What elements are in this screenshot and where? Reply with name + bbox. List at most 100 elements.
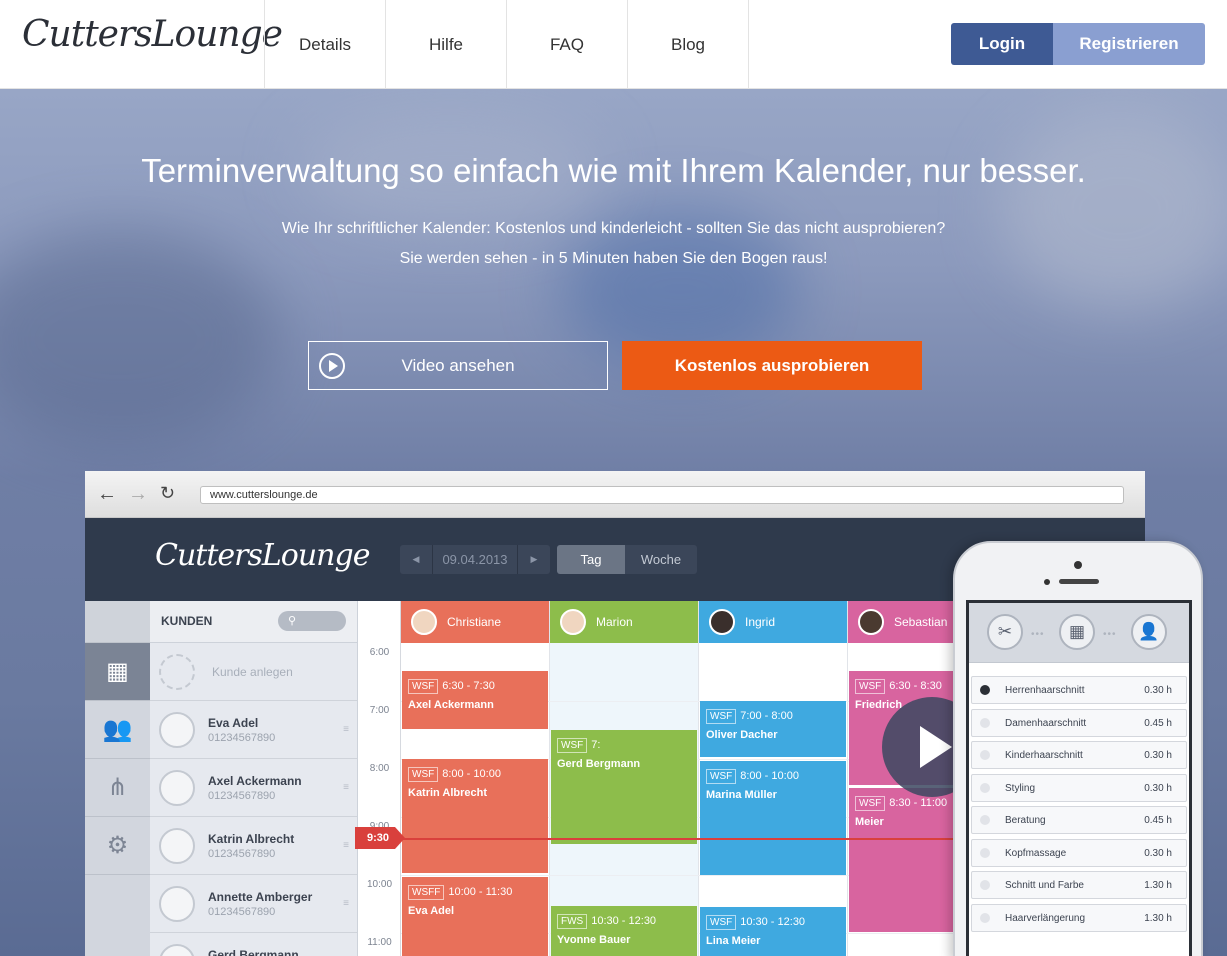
app-sidebar: ▦ 👥 ⋔ ⚙ <box>85 601 150 956</box>
service-duration: 0.45 h <box>1144 815 1172 826</box>
radio-icon <box>980 815 990 825</box>
customer-list-header: KUNDEN ⚲ <box>150 601 357 643</box>
service-duration: 0.30 h <box>1144 685 1172 696</box>
avatar <box>159 770 195 806</box>
service-item[interactable]: Beratung 0.45 h <box>971 806 1187 834</box>
nav-link-details[interactable]: Details <box>265 0 386 89</box>
appointment-time: 7: <box>591 739 601 751</box>
nav-link-faq[interactable]: FAQ <box>507 0 628 89</box>
service-item[interactable]: Schnitt und Farbe 1.30 h <box>971 871 1187 899</box>
dots-icon: ••• <box>1031 629 1045 640</box>
service-name: Styling <box>1005 782 1036 794</box>
grip-icon: ≡ <box>343 840 349 851</box>
register-button[interactable]: Registrieren <box>1053 23 1205 65</box>
add-user-icon <box>159 654 195 690</box>
avatar <box>159 712 195 748</box>
current-date: 09.04.2013 <box>432 545 518 574</box>
view-toggle: Tag Woche <box>557 545 697 574</box>
service-name: Kopfmassage <box>1005 847 1067 859</box>
service-tag: WSF <box>855 679 886 694</box>
appointment[interactable]: FWS 10:30 - 12:30 Yvonne Bauer <box>551 906 697 956</box>
watch-video-button[interactable]: Video ansehen <box>308 341 608 390</box>
service-tag: FWS <box>557 914 588 929</box>
customer-row: Annette Amberger 01234567890 ≡ <box>150 875 357 933</box>
service-item[interactable]: Kinderhaarschnitt 0.30 h <box>971 741 1187 769</box>
customer-name: Eva Adel <box>208 716 259 730</box>
nav-link-blog[interactable]: Blog <box>628 0 749 89</box>
brand-logo[interactable]: CuttersLounge <box>22 14 283 55</box>
avatar <box>560 609 586 635</box>
forward-arrow-icon: → <box>128 483 148 505</box>
radio-icon <box>980 912 990 923</box>
create-customer-label: Kunde anlegen <box>212 665 293 679</box>
staff-header: Ingrid <box>699 601 847 643</box>
appointment[interactable]: WSF 7: Gerd Bergmann <box>551 730 697 844</box>
service-duration: 0.30 h <box>1144 750 1172 761</box>
service-name: Schnitt und Farbe <box>1005 880 1084 891</box>
view-day-tab: Tag <box>557 545 625 574</box>
avatar <box>858 609 884 635</box>
service-duration: 0.30 h <box>1144 782 1172 794</box>
phone-sensor <box>1044 579 1050 585</box>
next-day-icon: ▶ <box>530 554 538 564</box>
service-item[interactable]: Damenhaarschnitt 0.45 h <box>971 708 1187 737</box>
avatar <box>159 828 195 864</box>
appointment[interactable]: WSF 8:00 - 10:00 Katrin Albrecht <box>402 759 548 873</box>
staff-name: Marion <box>596 615 633 629</box>
calendar-icon: ▦ <box>85 643 150 701</box>
customer-row: Eva Adel 01234567890 ≡ <box>150 701 357 759</box>
service-duration: 0.45 h <box>1144 717 1172 729</box>
service-tag: WSF <box>557 738 588 753</box>
appointment-customer: Marina Müller <box>706 789 777 801</box>
appointment[interactable]: WSF 7:00 - 8:00 Oliver Dacher <box>700 701 846 757</box>
radio-icon <box>980 880 990 890</box>
service-item[interactable]: Kopfmassage 0.30 h <box>971 838 1187 867</box>
hero-subtitle-line-1: Wie Ihr schriftlicher Kalender: Kostenlo… <box>281 220 946 237</box>
auth-buttons: Login Registrieren <box>951 23 1205 65</box>
service-tag: WSF <box>408 679 439 694</box>
dots-icon: ••• <box>1103 629 1117 640</box>
top-navigation: CuttersLounge Details Hilfe FAQ Blog Log… <box>0 0 1227 89</box>
phone-speaker <box>1059 579 1099 584</box>
appointment[interactable]: WSF 10:30 - 12:30 Lina Meier <box>700 907 846 956</box>
customer-name: Katrin Albrecht <box>208 832 295 846</box>
nav-link-hilfe[interactable]: Hilfe <box>386 0 507 89</box>
service-item[interactable]: Haarverlängerung 1.30 h <box>971 903 1187 932</box>
grip-icon: ≡ <box>343 782 349 793</box>
appointment-time: 6:30 - 8:30 <box>889 680 942 692</box>
service-item[interactable]: Styling 0.30 h <box>971 773 1187 802</box>
service-duration: 1.30 h <box>1144 880 1172 891</box>
appointment-time: 8:00 - 10:00 <box>740 770 799 782</box>
appointment[interactable]: WSFF 10:00 - 11:30 Eva Adel <box>402 877 548 956</box>
service-tag: WSF <box>408 767 439 782</box>
try-free-button[interactable]: Kostenlos ausprobieren <box>622 341 922 390</box>
service-item[interactable]: Herrenhaarschnitt 0.30 h <box>971 676 1187 704</box>
appointment[interactable]: WSF 6:30 - 7:30 Axel Ackermann <box>402 671 548 729</box>
radio-icon <box>980 717 990 728</box>
customer-row: Axel Ackermann 01234567890 ≡ <box>150 759 357 817</box>
login-button[interactable]: Login <box>951 23 1053 65</box>
service-name: Damenhaarschnitt <box>1005 717 1087 729</box>
avatar <box>709 609 735 635</box>
service-tag: WSF <box>706 769 737 784</box>
view-week-tab: Woche <box>625 545 697 574</box>
service-tag: WSF <box>706 915 737 930</box>
avatar <box>159 944 195 956</box>
prev-day-icon: ◀ <box>412 554 420 564</box>
appointment-time: 10:30 - 12:30 <box>591 915 657 927</box>
reload-icon: ↻ <box>160 483 176 503</box>
service-duration: 1.30 h <box>1144 912 1172 924</box>
appointment-time: 10:00 - 11:30 <box>448 886 513 898</box>
customer-row: Gerd Bergmann <box>150 933 357 956</box>
customer-list: KUNDEN ⚲ Kunde anlegen Eva Adel 01234567… <box>150 601 358 956</box>
time-column: 6:00 7:00 8:00 9:00 10:00 11:00 <box>358 601 401 956</box>
phone-camera <box>1074 561 1082 569</box>
radio-icon <box>980 685 990 695</box>
time-label: 11:00 <box>367 937 392 948</box>
appointment[interactable]: WSF 8:00 - 10:00 Marina Müller <box>700 761 846 875</box>
grip-icon: ≡ <box>343 724 349 735</box>
staff-name: Ingrid <box>745 615 776 629</box>
staff-name: Sebastian <box>894 615 948 629</box>
service-tag: WSFF <box>408 885 445 900</box>
appointment-customer: Axel Ackermann <box>408 699 494 711</box>
